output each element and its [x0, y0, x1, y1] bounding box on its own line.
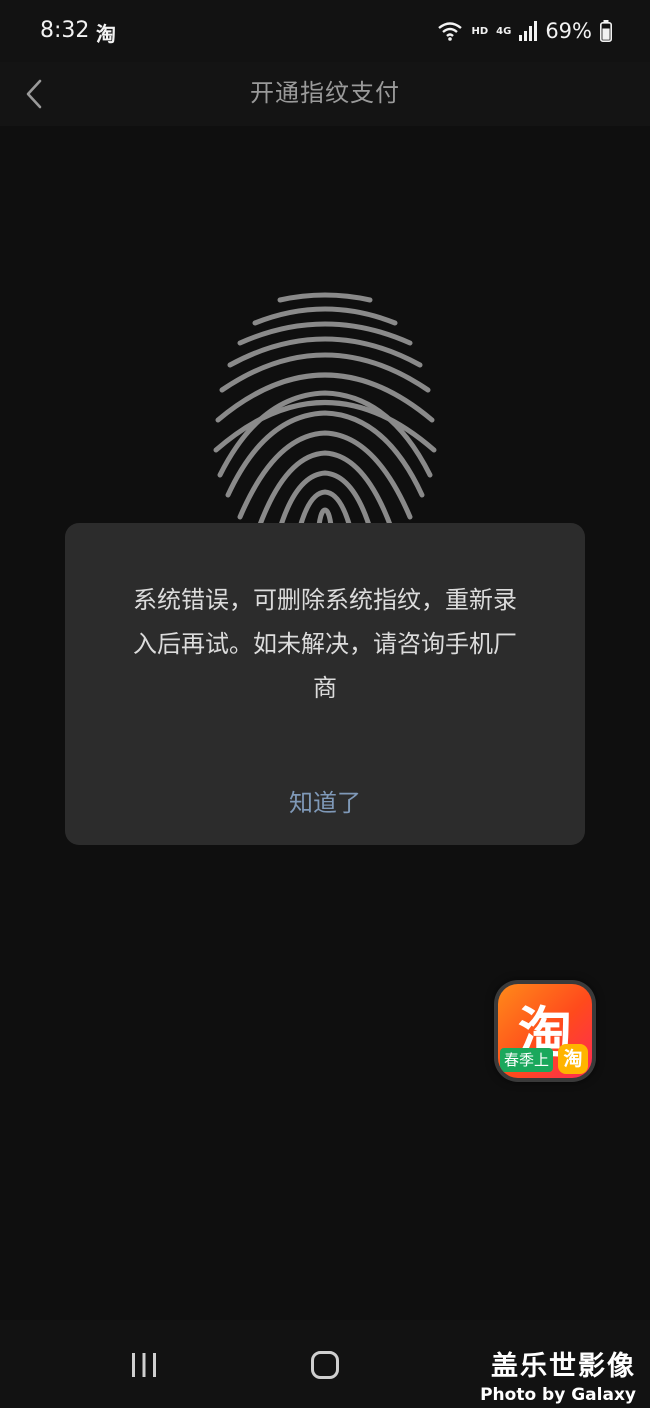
confirm-button[interactable]: 知道了 [65, 778, 585, 828]
recents-button[interactable] [119, 1342, 169, 1388]
top-nav-bar: 开通指纹支付 [0, 62, 650, 126]
floating-taobao-button[interactable]: 淘 春季上 淘 [494, 980, 596, 1082]
fingerprint-icon [213, 292, 437, 535]
status-indicators: HD 4G 69% [437, 16, 612, 46]
dialog-message-line: 商 [313, 674, 337, 702]
battery-icon [600, 20, 612, 42]
watermark: 盖乐世影像 Photo by Galaxy [480, 1344, 636, 1405]
watermark-title: 盖乐世影像 [491, 1351, 636, 1382]
status-bar: 8:32 淘 HD 4G 69% [0, 0, 650, 62]
status-time: 8:32 [40, 18, 90, 43]
taobao-app-icon: 淘 春季上 淘 [498, 984, 592, 1078]
wifi-icon [438, 22, 463, 41]
error-dialog: 系统错误，可删除系统指纹，重新录 入后再试。如未解决，请咨询手机厂 商 知道了 [65, 523, 585, 845]
taobao-status-icon: 淘 [96, 22, 116, 46]
home-icon [311, 1351, 339, 1379]
spring-badge: 春季上 [500, 1048, 554, 1072]
dialog-message-line: 系统错误，可删除系统指纹，重新录 [133, 586, 517, 614]
taobao-badge-char: 淘 [558, 1044, 588, 1074]
home-button[interactable] [300, 1342, 350, 1388]
recents-icon [132, 1353, 156, 1377]
hd-label: HD [471, 25, 489, 37]
watermark-subtitle: Photo by Galaxy [480, 1385, 636, 1405]
page-title: 开通指纹支付 [250, 79, 400, 107]
signal-icon [519, 21, 538, 41]
network-4g-label: 4G [496, 25, 512, 37]
dialog-message-line: 入后再试。如未解决，请咨询手机厂 [133, 630, 517, 658]
battery-percent: 69% [545, 19, 592, 43]
dialog-message: 系统错误，可删除系统指纹，重新录 入后再试。如未解决，请咨询手机厂 商 [105, 578, 545, 710]
